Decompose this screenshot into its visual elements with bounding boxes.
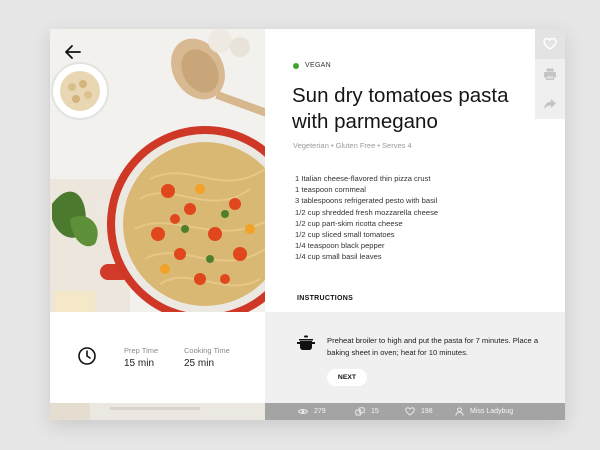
views-count: 279 (314, 408, 326, 415)
ingredient-item: 1 teaspoon cornmeal (295, 185, 366, 195)
user-icon (455, 407, 464, 416)
share-button[interactable] (535, 89, 565, 119)
diet-tag: VEGAN (293, 62, 331, 69)
ingredient-item: 1/4 cup small basil leaves (295, 252, 382, 262)
ingredient-item: 1 Italian cheese-flavored thin pizza cru… (295, 174, 431, 183)
recipe-subtitle: Vegeterian • Gluten Free • Serves 4 (293, 141, 412, 150)
prep-time-value: 15 min (124, 358, 155, 369)
pasta-pan-illustration (50, 29, 265, 312)
instruction-text: Preheat broiler to high and put the past… (327, 336, 539, 357)
ingredient-item: 1/4 teaspoon black pepper (295, 241, 385, 251)
likes-stat[interactable]: 198 (405, 403, 433, 420)
recipe-photo (50, 29, 265, 312)
printer-icon (544, 68, 556, 80)
diet-tag-label: VEGAN (305, 62, 332, 69)
arrow-left-icon (65, 45, 81, 59)
recipe-title: Sun dry tomatoes pasta with parmegano (292, 84, 509, 133)
photo-strip (50, 403, 265, 420)
heart-icon (543, 37, 557, 50)
recipe-card: Prep Time 15 min Cooking Time 25 min VEG… (50, 29, 565, 420)
link-icon (355, 407, 365, 416)
action-bar (535, 29, 565, 119)
cooking-time-value: 25 min (184, 358, 215, 369)
cooking-time-label: Cooking Time (184, 346, 230, 355)
recipe-details: VEGAN Sun dry tomatoes pasta with parmeg… (265, 29, 535, 312)
prep-time-label: Prep Time (124, 346, 159, 355)
author-name: Miss Ladybug (470, 408, 514, 415)
likes-count: 198 (421, 408, 433, 415)
ingredient-item: 1/2 cup part-skim ricotta cheese (295, 218, 403, 228)
photo-strip-illustration (50, 403, 265, 420)
ingredient-item: 1/2 cup shredded fresh mozzarella cheese (295, 207, 439, 217)
share-icon (544, 99, 556, 109)
stats-footer: 279 15 198 Miss Ladybug (265, 403, 565, 420)
print-button[interactable] (535, 59, 565, 89)
prep-time: Prep Time 15 min (124, 346, 158, 369)
back-button[interactable] (62, 41, 84, 63)
favorite-button[interactable] (535, 29, 565, 59)
instruction-panel: Preheat broiler to high and put the past… (265, 312, 565, 403)
cooking-pot-icon (297, 335, 315, 350)
instructions-heading: INSTRUCTIONS (297, 295, 354, 302)
author[interactable]: Miss Ladybug (455, 403, 513, 420)
shares-count: 15 (371, 408, 379, 415)
views-stat: 279 (298, 403, 326, 420)
eye-icon (298, 409, 308, 414)
next-button[interactable]: NEXT (327, 369, 367, 386)
heart-outline-icon (405, 407, 415, 416)
shares-stat[interactable]: 15 (355, 403, 379, 420)
cooking-time: Cooking Time 25 min (184, 346, 230, 369)
clock-icon (78, 347, 96, 365)
vegan-dot (293, 62, 299, 69)
ingredient-item: 1/2 cup sliced small tomatoes (295, 230, 395, 240)
ingredient-item: 3 tablespoons refrigerated pesto with ba… (295, 196, 438, 206)
ingredients-list: 1 Italian cheese-flavored thin pizza cru… (295, 173, 438, 263)
